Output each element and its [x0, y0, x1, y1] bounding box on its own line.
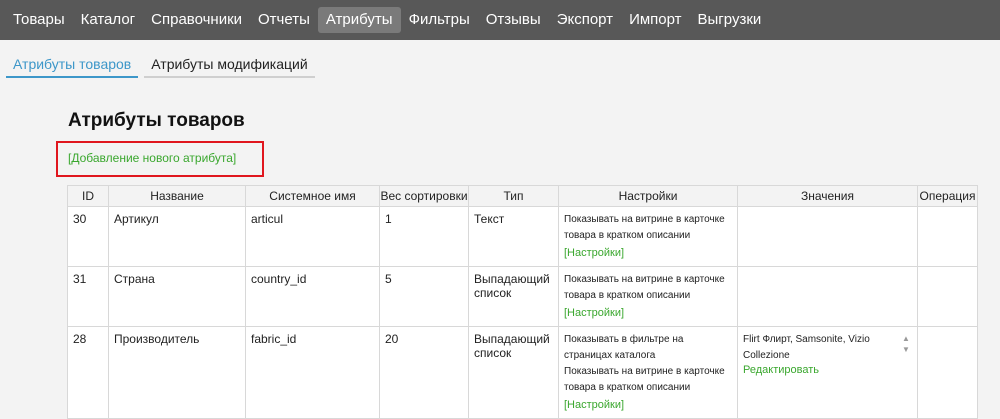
cell-system-name: fabric_id	[245, 326, 380, 419]
nav-item-products[interactable]: Товары	[5, 7, 73, 33]
col-header-system-name: Системное имя	[245, 185, 380, 207]
cell-id: 31	[67, 266, 109, 327]
col-header-values: Значения	[737, 185, 918, 207]
nav-item-uploads[interactable]: Выгрузки	[690, 7, 770, 33]
cell-type: Выпадающий список	[468, 266, 559, 327]
nav-item-attributes[interactable]: Атрибуты	[317, 7, 401, 33]
cell-settings: Показывать на витрине в карточке товара …	[558, 266, 738, 327]
setting-text: Показывать на витрине в карточке товара …	[564, 214, 725, 241]
type-line1: Выпадающий	[474, 272, 550, 286]
attributes-table: ID Название Системное имя Вес сортировки…	[67, 185, 978, 419]
nav-item-import[interactable]: Импорт	[621, 7, 689, 33]
cell-settings: Показывать в фильтре на страницах катало…	[558, 326, 738, 419]
col-header-name: Название	[108, 185, 246, 207]
settings-link[interactable]: [Настройки]	[564, 244, 732, 262]
cell-values: Flirt Флирт, Samsonite, Vizio Collezione…	[737, 326, 918, 419]
scroll-down-icon[interactable]: ▼	[901, 344, 911, 355]
cell-id: 30	[67, 206, 109, 267]
cell-system-name: articul	[245, 206, 380, 267]
top-nav: Товары Каталог Справочники Отчеты Атрибу…	[0, 0, 1000, 40]
nav-item-export[interactable]: Экспорт	[549, 7, 621, 33]
setting-text-2: Показывать на витрине в карточке товара …	[564, 366, 725, 393]
setting-text: Показывать в фильтре на страницах катало…	[564, 334, 684, 361]
cell-operation	[917, 206, 978, 267]
cell-type: Текст	[468, 206, 559, 267]
col-header-weight: Вес сортировки	[379, 185, 469, 207]
tab-product-attributes[interactable]: Атрибуты товаров	[6, 52, 139, 78]
settings-link[interactable]: [Настройки]	[564, 396, 732, 414]
cell-values	[737, 206, 918, 267]
page-title: Атрибуты товаров	[68, 110, 245, 131]
cell-name: Производитель	[108, 326, 246, 419]
type-line2: список	[474, 346, 512, 360]
cell-system-name: country_id	[245, 266, 380, 327]
sub-tabs: Атрибуты товаров Атрибуты модификаций	[6, 52, 315, 78]
cell-weight: 5	[379, 266, 469, 327]
nav-item-reports[interactable]: Отчеты	[250, 7, 318, 33]
cell-id: 28	[67, 326, 109, 419]
table-header-row: ID Название Системное имя Вес сортировки…	[67, 185, 978, 207]
nav-item-reviews[interactable]: Отзывы	[478, 7, 549, 33]
table-row: 30 Артикул articul 1 Текст Показывать на…	[67, 206, 978, 267]
col-header-type: Тип	[468, 185, 559, 207]
cell-type: Выпадающий список	[468, 326, 559, 419]
values-scrollbar[interactable]: ▲ ▼	[901, 333, 911, 355]
nav-item-filters[interactable]: Фильтры	[401, 7, 478, 33]
cell-operation	[917, 266, 978, 327]
table-row: 31 Страна country_id 5 Выпадающий список…	[67, 266, 978, 327]
settings-link[interactable]: [Настройки]	[564, 304, 732, 322]
cell-name: Артикул	[108, 206, 246, 267]
cell-weight: 1	[379, 206, 469, 267]
type-line2: список	[474, 286, 512, 300]
table-row: 28 Производитель fabric_id 20 Выпадающий…	[67, 326, 978, 419]
scroll-up-icon[interactable]: ▲	[901, 333, 911, 344]
type-line1: Текст	[474, 212, 505, 226]
nav-item-catalog[interactable]: Каталог	[73, 7, 144, 33]
cell-values	[737, 266, 918, 327]
values-edit-link[interactable]: Редактировать	[743, 364, 912, 376]
type-line1: Выпадающий	[474, 332, 550, 346]
values-text: Flirt Флирт, Samsonite, Vizio Collezione	[743, 334, 870, 361]
add-attribute-link[interactable]: [Добавление нового атрибута]	[68, 151, 236, 165]
col-header-settings: Настройки	[558, 185, 738, 207]
nav-item-references[interactable]: Справочники	[143, 7, 250, 33]
cell-settings: Показывать на витрине в карточке товара …	[558, 206, 738, 267]
cell-name: Страна	[108, 266, 246, 327]
col-header-id: ID	[67, 185, 109, 207]
col-header-operation: Операция	[917, 185, 978, 207]
setting-text: Показывать на витрине в карточке товара …	[564, 274, 725, 301]
cell-weight: 20	[379, 326, 469, 419]
cell-operation	[917, 326, 978, 419]
tab-modification-attributes[interactable]: Атрибуты модификаций	[144, 52, 315, 78]
